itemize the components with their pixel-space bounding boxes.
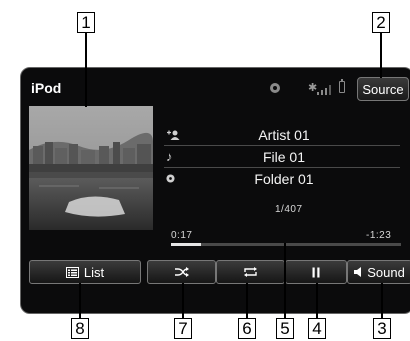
music-note-icon: ♪ <box>166 149 173 164</box>
source-button[interactable]: Source <box>357 77 409 101</box>
leader-line-5 <box>284 243 286 318</box>
callout-1: 1 <box>77 12 95 33</box>
callout-4: 4 <box>308 318 326 339</box>
pause-icon <box>312 267 320 277</box>
folder-disc-icon <box>164 174 188 183</box>
shuffle-icon <box>174 267 189 277</box>
track-info-list: Artist 01 ♪ File 01 Folder 01 <box>164 124 400 189</box>
ipod-screen: iPod ✱ Source Artist 01 ♪ File 01 Folder… <box>20 67 410 314</box>
disc-icon <box>270 83 280 93</box>
track-count: 1/407 <box>275 204 303 215</box>
album-art <box>29 106 153 230</box>
leader-line-3 <box>381 283 383 318</box>
progress-fill <box>171 243 201 246</box>
list-icon <box>65 266 79 278</box>
elapsed-time: 0:17 <box>171 230 193 241</box>
callout-5: 5 <box>276 318 294 339</box>
bluetooth-icon: ✱ <box>308 82 318 94</box>
sound-button[interactable]: Sound <box>347 260 410 284</box>
repeat-button[interactable] <box>216 260 285 284</box>
callout-7: 7 <box>174 318 192 339</box>
callout-3: 3 <box>373 318 391 339</box>
control-bar: List Sound <box>29 260 410 284</box>
callout-6: 6 <box>238 318 256 339</box>
folder-name: Folder 01 <box>254 170 314 187</box>
list-label: List <box>83 264 105 280</box>
progress-bar[interactable] <box>171 243 401 246</box>
artist-row: Artist 01 <box>164 124 400 146</box>
file-row: ♪ File 01 <box>164 146 400 168</box>
folder-row: Folder 01 <box>164 168 400 189</box>
callout-8: 8 <box>71 318 89 339</box>
leader-line-6 <box>246 283 248 318</box>
artist-name: Artist 01 <box>258 126 310 143</box>
remaining-time: -1:23 <box>366 230 392 241</box>
pause-button[interactable] <box>285 260 347 284</box>
speaker-icon <box>354 267 362 277</box>
app-title: iPod <box>31 80 62 96</box>
battery-icon <box>339 79 345 93</box>
signal-icon <box>317 85 331 95</box>
artist-icon <box>164 130 188 140</box>
callout-2: 2 <box>372 12 390 33</box>
leader-line-8 <box>79 283 81 318</box>
leader-line-1 <box>85 33 87 107</box>
repeat-icon <box>244 267 257 277</box>
list-button[interactable]: List <box>29 260 141 284</box>
shuffle-button[interactable] <box>147 260 216 284</box>
sound-label: Sound <box>367 264 405 280</box>
leader-line-2 <box>380 33 382 78</box>
leader-line-4 <box>316 283 318 318</box>
leader-line-7 <box>182 283 184 318</box>
file-name: File 01 <box>262 148 306 165</box>
